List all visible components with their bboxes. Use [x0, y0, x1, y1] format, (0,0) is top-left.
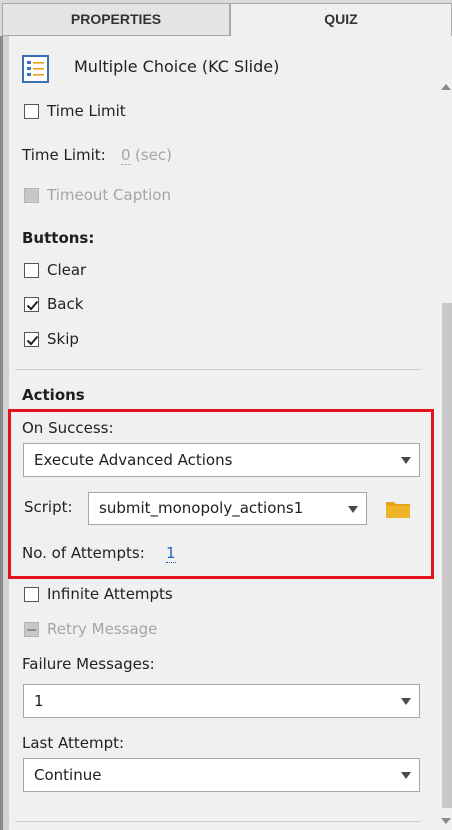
checkmark-icon: [26, 300, 39, 311]
last-attempt-label: Last Attempt:: [22, 734, 125, 752]
last-attempt-value: Continue: [34, 766, 102, 784]
section-divider: [15, 821, 421, 822]
time-limit-value: 0: [121, 146, 131, 165]
highlight-box: [8, 409, 434, 579]
actions-section-title: Actions: [22, 386, 85, 404]
back-checkbox[interactable]: [24, 297, 39, 312]
scrollbar-thumb[interactable]: [442, 303, 452, 808]
clear-checkbox-label: Clear: [47, 261, 87, 279]
scroll-down-arrow-icon[interactable]: [441, 818, 451, 824]
time-limit-field-label: Time Limit:: [22, 146, 106, 164]
back-checkbox-label: Back: [47, 295, 84, 313]
slide-title: Multiple Choice (KC Slide): [74, 57, 280, 76]
chevron-down-icon: [401, 698, 411, 705]
question-slide-icon: [21, 54, 51, 84]
failure-messages-value: 1: [34, 692, 44, 710]
indeterminate-mark: [27, 629, 36, 631]
tab-bar: PROPERTIES QUIZ: [0, 0, 452, 36]
retry-message-checkbox: [24, 622, 39, 637]
buttons-section-title: Buttons:: [22, 229, 95, 247]
section-divider: [15, 369, 421, 370]
timeout-caption-label: Timeout Caption: [47, 186, 171, 204]
tab-quiz[interactable]: QUIZ: [230, 3, 452, 36]
clear-checkbox[interactable]: [24, 263, 39, 278]
scroll-up-arrow-icon[interactable]: [441, 84, 451, 90]
checkmark-icon: [26, 335, 39, 346]
failure-messages-label: Failure Messages:: [22, 655, 155, 673]
infinite-attempts-label: Infinite Attempts: [47, 585, 173, 603]
retry-message-label: Retry Message: [47, 620, 158, 638]
tab-properties[interactable]: PROPERTIES: [2, 3, 230, 36]
skip-checkbox-label: Skip: [47, 330, 79, 348]
infinite-attempts-checkbox[interactable]: [24, 587, 39, 602]
failure-messages-dropdown[interactable]: 1: [23, 684, 420, 718]
time-limit-checkbox-label: Time Limit: [47, 102, 126, 120]
last-attempt-dropdown[interactable]: Continue: [23, 758, 420, 792]
chevron-down-icon: [401, 772, 411, 779]
time-limit-unit: (sec): [135, 146, 172, 164]
time-limit-checkbox[interactable]: [24, 104, 39, 119]
skip-checkbox[interactable]: [24, 332, 39, 347]
timeout-caption-checkbox: [24, 188, 39, 203]
